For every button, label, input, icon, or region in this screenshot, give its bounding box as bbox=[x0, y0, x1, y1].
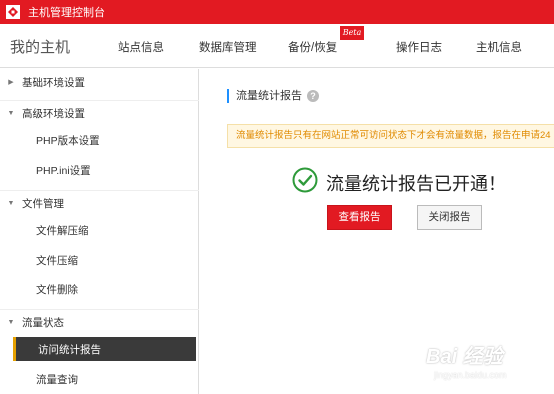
caret-down-icon: ▼ bbox=[7, 200, 15, 207]
nav-item-host-info[interactable]: 主机信息 bbox=[476, 39, 522, 55]
baidu-watermark: Bai 经验 jingyan.baidu.com bbox=[426, 332, 546, 387]
sidebar-group-label: 基础环境设置 bbox=[22, 76, 85, 89]
sidebar-item-traffic-query[interactable]: 流量查询 bbox=[0, 367, 199, 391]
nav-brand[interactable]: 我的主机 bbox=[10, 36, 70, 57]
sidebar-item-delete[interactable]: 文件删除 bbox=[0, 277, 199, 301]
top-bar: 主机管理控制台 bbox=[0, 0, 554, 24]
sidebar-group-basic-env[interactable]: ▶ 基础环境设置 bbox=[0, 69, 199, 95]
main-nav: 我的主机 站点信息 数据库管理 备份/恢复 Beta 操作日志 主机信息 bbox=[0, 24, 554, 68]
nav-item-database[interactable]: 数据库管理 bbox=[199, 39, 257, 55]
nav-item-site-info[interactable]: 站点信息 bbox=[118, 39, 164, 55]
sidebar-item-zip[interactable]: 文件压缩 bbox=[0, 248, 199, 272]
success-text: 流量统计报告已开通！ bbox=[326, 173, 506, 194]
sidebar-group-traffic[interactable]: ▼ 流量状态 bbox=[0, 309, 199, 335]
watermark-main: Bai 经验 bbox=[426, 346, 503, 368]
success-message: 流量统计报告已开通！ bbox=[292, 167, 506, 198]
help-icon[interactable]: ? bbox=[307, 90, 319, 102]
sidebar-item-php-ini[interactable]: PHP.ini设置 bbox=[0, 158, 199, 182]
caret-down-icon: ▼ bbox=[7, 110, 15, 117]
caret-right-icon: ▶ bbox=[8, 79, 14, 86]
brand-logo-icon bbox=[6, 5, 20, 19]
sidebar-group-label: 流量状态 bbox=[22, 317, 64, 329]
sidebar-group-label: 高级环境设置 bbox=[22, 108, 85, 120]
sidebar-item-access-report[interactable]: 访问统计报告 bbox=[13, 337, 196, 361]
console-title: 主机管理控制台 bbox=[28, 7, 105, 19]
section-title-text: 流量统计报告 bbox=[236, 90, 302, 102]
sidebar-group-label: 文件管理 bbox=[22, 198, 64, 210]
section-title: 流量统计报告 ? bbox=[227, 89, 319, 103]
sidebar-group-file-mgmt[interactable]: ▼ 文件管理 bbox=[0, 190, 199, 216]
close-report-button[interactable]: 关闭报告 bbox=[417, 205, 482, 230]
nav-item-operation-log[interactable]: 操作日志 bbox=[396, 39, 442, 55]
watermark-sub: jingyan.baidu.com bbox=[434, 370, 507, 380]
check-circle-icon bbox=[292, 167, 318, 198]
sidebar-item-php-version[interactable]: PHP版本设置 bbox=[0, 128, 199, 152]
notice-banner: 流量统计报告只有在网站正常可访问状态下才会有流量数据，报告在申请24 bbox=[227, 124, 554, 148]
nav-item-backup-restore[interactable]: 备份/恢复 bbox=[288, 39, 337, 55]
sidebar-item-unzip[interactable]: 文件解压缩 bbox=[0, 218, 199, 242]
sidebar-group-advanced-env[interactable]: ▼ 高级环境设置 bbox=[0, 100, 199, 126]
beta-badge: Beta bbox=[340, 26, 364, 40]
caret-down-icon: ▼ bbox=[7, 319, 15, 326]
sidebar: ▶ 基础环境设置 ▼ 高级环境设置 PHP版本设置 PHP.ini设置 ▼ 文件… bbox=[0, 69, 199, 394]
view-report-button[interactable]: 查看报告 bbox=[327, 205, 392, 230]
